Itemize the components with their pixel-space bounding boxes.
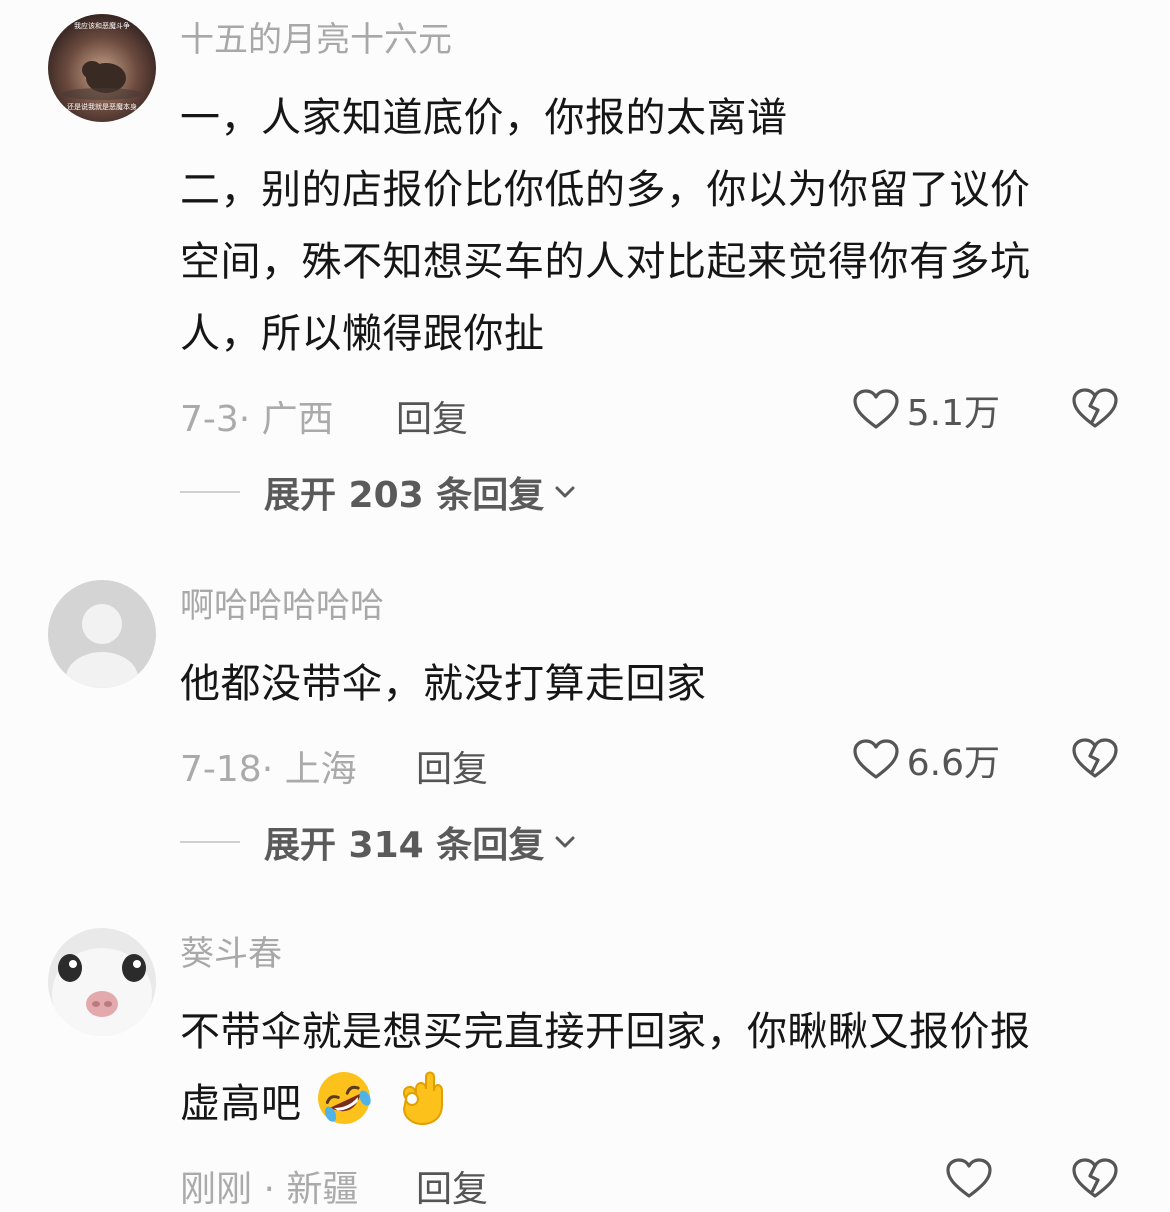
- ok-hand-emoji-icon: [402, 1071, 443, 1126]
- comment-text: 不带伞就是想买完直接开回家，你瞅瞅又报价报 虚高吧: [180, 996, 1130, 1140]
- comment-meta: 刚刚 · 新疆 回复: [180, 1152, 1130, 1212]
- heart-icon: [946, 1158, 992, 1198]
- divider: [180, 841, 240, 843]
- avatar[interactable]: 我应该和恶魔斗争 还是说我就是恶魔本身: [48, 14, 156, 122]
- comment-date-location: 7-18· 上海: [180, 749, 357, 790]
- chevron-down-icon: [555, 836, 575, 848]
- broken-heart-icon[interactable]: [1070, 384, 1120, 434]
- like-button[interactable]: [944, 1154, 1000, 1204]
- reply-button[interactable]: 回复: [396, 390, 468, 442]
- comment-text: 他都没带伞，就没打算走回家: [180, 661, 707, 707]
- rolling-laughing-emoji-icon: [317, 1072, 371, 1124]
- like-button[interactable]: 5.1万: [851, 384, 1000, 436]
- divider: [180, 491, 240, 493]
- svg-text:我应该和恶魔斗争: 我应该和恶魔斗争: [74, 21, 130, 30]
- heart-icon: [853, 389, 899, 429]
- expand-replies-label: 展开 203 条回复: [264, 475, 545, 516]
- comment-text: 一，人家知道底价，你报的太离谱 二，别的店报价比你低的多，你以为你留了议价 空间…: [180, 95, 1031, 357]
- like-count: 5.1万: [906, 393, 1000, 434]
- comment-username[interactable]: 葵斗春: [180, 934, 1130, 974]
- like-button[interactable]: 6.6万: [851, 734, 1000, 786]
- comment-meta: 7-3· 广西 回复 5.1万: [180, 382, 1130, 442]
- comment-date-location: 刚刚 · 新疆: [180, 1169, 359, 1210]
- comment-date-location: 7-3· 广西: [180, 399, 334, 440]
- expand-replies-button[interactable]: 展开 314 条回复: [180, 812, 1130, 872]
- expand-replies-label: 展开 314 条回复: [264, 825, 545, 866]
- reply-button[interactable]: 回复: [416, 1160, 488, 1212]
- comment-meta: 7-18· 上海 回复 6.6万: [180, 732, 1130, 792]
- heart-icon: [853, 739, 899, 779]
- comment-username[interactable]: 啊哈哈哈哈哈: [180, 586, 1130, 626]
- svg-text:还是说我就是恶魔本身: 还是说我就是恶魔本身: [67, 102, 137, 111]
- comment-username[interactable]: 十五的月亮十六元: [180, 20, 1130, 60]
- like-count: 6.6万: [906, 743, 1000, 784]
- avatar[interactable]: [48, 580, 156, 688]
- broken-heart-icon[interactable]: [1070, 734, 1120, 784]
- reply-button[interactable]: 回复: [416, 740, 488, 792]
- avatar[interactable]: [48, 928, 156, 1036]
- broken-heart-icon[interactable]: [1070, 1154, 1120, 1204]
- chevron-down-icon: [555, 486, 575, 498]
- expand-replies-button[interactable]: 展开 203 条回复: [180, 462, 1130, 522]
